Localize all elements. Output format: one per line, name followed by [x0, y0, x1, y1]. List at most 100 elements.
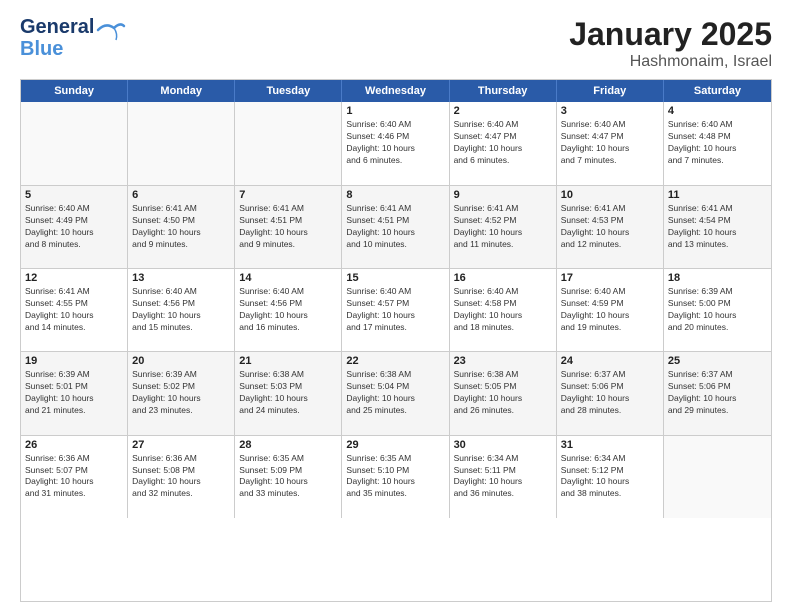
calendar-cell-5-2: 27Sunrise: 6:36 AM Sunset: 5:08 PM Dayli…: [128, 436, 235, 518]
day-info: Sunrise: 6:38 AM Sunset: 5:05 PM Dayligh…: [454, 369, 552, 417]
calendar-cell-1-2: [128, 102, 235, 185]
day-number: 19: [25, 355, 123, 367]
day-number: 7: [239, 189, 337, 201]
weekday-header-saturday: Saturday: [664, 80, 771, 102]
location: Hashmonaim, Israel: [569, 53, 772, 71]
day-info: Sunrise: 6:38 AM Sunset: 5:04 PM Dayligh…: [346, 369, 444, 417]
day-number: 11: [668, 189, 767, 201]
day-info: Sunrise: 6:40 AM Sunset: 4:58 PM Dayligh…: [454, 286, 552, 334]
calendar-cell-3-6: 17Sunrise: 6:40 AM Sunset: 4:59 PM Dayli…: [557, 269, 664, 351]
day-number: 1: [346, 105, 444, 117]
calendar-cell-3-5: 16 Sunrise: 6:40 AM Sunset: 4:58 PM Dayli…: [450, 269, 557, 351]
day-info: Sunrise: 6:40 AM Sunset: 4:47 PM Dayligh…: [454, 119, 552, 167]
day-number: 27: [132, 439, 230, 451]
logo-blue: Blue: [20, 38, 63, 60]
calendar-cell-1-1: [21, 102, 128, 185]
calendar-row-2: 5 Sunrise: 6:40 AM Sunset: 4:49 PM Daylig…: [21, 185, 771, 268]
day-number: 12: [25, 272, 123, 284]
day-info: Sunrise: 6:37 AM Sunset: 5:06 PM Dayligh…: [668, 369, 767, 417]
header: General Blue January 2025 Hashmonaim, Is…: [20, 16, 772, 71]
calendar-cell-2-5: 9 Sunrise: 6:41 AM Sunset: 4:52 PM Daylig…: [450, 186, 557, 268]
day-info: Sunrise: 6:40 AM Sunset: 4:56 PM Dayligh…: [239, 286, 337, 334]
calendar-cell-5-5: 30Sunrise: 6:34 AM Sunset: 5:11 PM Dayli…: [450, 436, 557, 518]
calendar-cell-5-3: 28Sunrise: 6:35 AM Sunset: 5:09 PM Dayli…: [235, 436, 342, 518]
calendar-body: 1 Sunrise: 6:40 AM Sunset: 4:46 PM Daylig…: [21, 102, 771, 601]
day-number: 9: [454, 189, 552, 201]
day-number: 2: [454, 105, 552, 117]
day-info: Sunrise: 6:36 AM Sunset: 5:07 PM Dayligh…: [25, 453, 123, 501]
day-info: Sunrise: 6:40 AM Sunset: 4:48 PM Dayligh…: [668, 119, 767, 167]
calendar-row-3: 12Sunrise: 6:41 AM Sunset: 4:55 PM Dayli…: [21, 268, 771, 351]
logo-general: General: [20, 16, 94, 38]
calendar-cell-2-6: 10Sunrise: 6:41 AM Sunset: 4:53 PM Dayli…: [557, 186, 664, 268]
day-info: Sunrise: 6:40 AM Sunset: 4:59 PM Dayligh…: [561, 286, 659, 334]
calendar-cell-4-3: 21Sunrise: 6:38 AM Sunset: 5:03 PM Dayli…: [235, 352, 342, 434]
day-info: Sunrise: 6:40 AM Sunset: 4:47 PM Dayligh…: [561, 119, 659, 167]
day-number: 20: [132, 355, 230, 367]
page: General Blue January 2025 Hashmonaim, Is…: [0, 0, 792, 612]
day-number: 8: [346, 189, 444, 201]
weekday-header-monday: Monday: [128, 80, 235, 102]
calendar-cell-3-4: 15 Sunrise: 6:40 AM Sunset: 4:57 PM Dayli…: [342, 269, 449, 351]
calendar-row-5: 26 Sunrise: 6:36 AM Sunset: 5:07 PM Dayli…: [21, 435, 771, 518]
day-info: Sunrise: 6:40 AM Sunset: 4:57 PM Dayligh…: [346, 286, 444, 334]
day-number: 5: [25, 189, 123, 201]
weekday-header-sunday: Sunday: [21, 80, 128, 102]
calendar-cell-4-1: 19Sunrise: 6:39 AM Sunset: 5:01 PM Dayli…: [21, 352, 128, 434]
day-info: Sunrise: 6:37 AM Sunset: 5:06 PM Dayligh…: [561, 369, 659, 417]
day-info: Sunrise: 6:41 AM Sunset: 4:51 PM Dayligh…: [346, 203, 444, 251]
calendar-cell-4-5: 23 Sunrise: 6:38 AM Sunset: 5:05 PM Dayli…: [450, 352, 557, 434]
calendar-cell-4-2: 20 Sunrise: 6:39 AM Sunset: 5:02 PM Dayli…: [128, 352, 235, 434]
day-info: Sunrise: 6:41 AM Sunset: 4:52 PM Dayligh…: [454, 203, 552, 251]
calendar-cell-3-7: 18 Sunrise: 6:39 AM Sunset: 5:00 PM Dayli…: [664, 269, 771, 351]
day-number: 16: [454, 272, 552, 284]
logo-wave-icon: [96, 20, 126, 56]
day-number: 28: [239, 439, 337, 451]
day-number: 23: [454, 355, 552, 367]
calendar-cell-3-2: 13Sunrise: 6:40 AM Sunset: 4:56 PM Dayli…: [128, 269, 235, 351]
calendar-cell-2-2: 6 Sunrise: 6:41 AM Sunset: 4:50 PM Daylig…: [128, 186, 235, 268]
weekday-header-thursday: Thursday: [450, 80, 557, 102]
day-number: 4: [668, 105, 767, 117]
calendar-cell-2-1: 5 Sunrise: 6:40 AM Sunset: 4:49 PM Daylig…: [21, 186, 128, 268]
calendar-cell-4-4: 22 Sunrise: 6:38 AM Sunset: 5:04 PM Dayli…: [342, 352, 449, 434]
day-number: 25: [668, 355, 767, 367]
day-number: 18: [668, 272, 767, 284]
calendar-cell-5-1: 26 Sunrise: 6:36 AM Sunset: 5:07 PM Dayli…: [21, 436, 128, 518]
day-number: 6: [132, 189, 230, 201]
day-info: Sunrise: 6:34 AM Sunset: 5:11 PM Dayligh…: [454, 453, 552, 501]
day-info: Sunrise: 6:39 AM Sunset: 5:02 PM Dayligh…: [132, 369, 230, 417]
calendar-cell-5-4: 29Sunrise: 6:35 AM Sunset: 5:10 PM Dayli…: [342, 436, 449, 518]
calendar-cell-1-3: [235, 102, 342, 185]
day-number: 24: [561, 355, 659, 367]
calendar-row-1: 1 Sunrise: 6:40 AM Sunset: 4:46 PM Daylig…: [21, 102, 771, 185]
day-number: 14: [239, 272, 337, 284]
calendar-cell-1-5: 2 Sunrise: 6:40 AM Sunset: 4:47 PM Daylig…: [450, 102, 557, 185]
day-info: Sunrise: 6:40 AM Sunset: 4:49 PM Dayligh…: [25, 203, 123, 251]
calendar-row-4: 19Sunrise: 6:39 AM Sunset: 5:01 PM Dayli…: [21, 351, 771, 434]
weekday-header-wednesday: Wednesday: [342, 80, 449, 102]
day-number: 26: [25, 439, 123, 451]
day-number: 3: [561, 105, 659, 117]
calendar-cell-1-6: 3 Sunrise: 6:40 AM Sunset: 4:47 PM Daylig…: [557, 102, 664, 185]
day-number: 31: [561, 439, 659, 451]
day-info: Sunrise: 6:39 AM Sunset: 5:00 PM Dayligh…: [668, 286, 767, 334]
calendar-cell-5-6: 31Sunrise: 6:34 AM Sunset: 5:12 PM Dayli…: [557, 436, 664, 518]
day-info: Sunrise: 6:35 AM Sunset: 5:10 PM Dayligh…: [346, 453, 444, 501]
day-number: 15: [346, 272, 444, 284]
month-title: January 2025: [569, 16, 772, 53]
calendar: SundayMondayTuesdayWednesdayThursdayFrid…: [20, 79, 772, 602]
calendar-cell-1-4: 1 Sunrise: 6:40 AM Sunset: 4:46 PM Daylig…: [342, 102, 449, 185]
calendar-cell-2-4: 8 Sunrise: 6:41 AM Sunset: 4:51 PM Daylig…: [342, 186, 449, 268]
calendar-cell-1-7: 4 Sunrise: 6:40 AM Sunset: 4:48 PM Daylig…: [664, 102, 771, 185]
day-number: 22: [346, 355, 444, 367]
calendar-cell-3-1: 12Sunrise: 6:41 AM Sunset: 4:55 PM Dayli…: [21, 269, 128, 351]
calendar-cell-2-3: 7Sunrise: 6:41 AM Sunset: 4:51 PM Daylig…: [235, 186, 342, 268]
day-info: Sunrise: 6:40 AM Sunset: 4:56 PM Dayligh…: [132, 286, 230, 334]
weekday-header-tuesday: Tuesday: [235, 80, 342, 102]
calendar-cell-4-6: 24 Sunrise: 6:37 AM Sunset: 5:06 PM Dayli…: [557, 352, 664, 434]
day-info: Sunrise: 6:41 AM Sunset: 4:50 PM Dayligh…: [132, 203, 230, 251]
calendar-cell-5-7: [664, 436, 771, 518]
day-info: Sunrise: 6:40 AM Sunset: 4:46 PM Dayligh…: [346, 119, 444, 167]
day-number: 10: [561, 189, 659, 201]
